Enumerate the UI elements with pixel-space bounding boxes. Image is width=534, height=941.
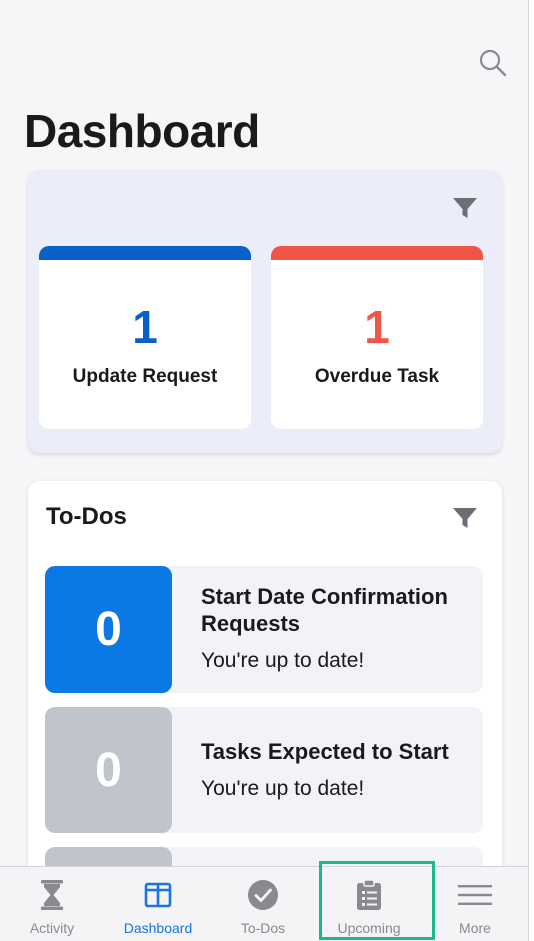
dashboard-icon bbox=[144, 882, 172, 908]
tab-upcoming[interactable]: Upcoming bbox=[317, 867, 421, 941]
update-request-count: 1 bbox=[132, 301, 158, 353]
update-request-label: Update Request bbox=[72, 366, 218, 387]
search-icon bbox=[479, 49, 507, 77]
todos-filter-button[interactable] bbox=[450, 503, 480, 533]
todo-count-box: 0 bbox=[45, 707, 172, 833]
overdue-task-label: Overdue Task bbox=[314, 366, 440, 387]
tab-label: Dashboard bbox=[123, 920, 193, 936]
tab-label: Activity bbox=[29, 920, 75, 936]
todo-item-tasks-expected-to-start[interactable]: 0 Tasks Expected to Start You're up to d… bbox=[45, 707, 483, 833]
tab-label: More bbox=[459, 920, 491, 936]
summary-filter-button[interactable] bbox=[450, 193, 480, 223]
page-title: Dashboard bbox=[24, 105, 260, 157]
tab-todos[interactable]: To-Dos bbox=[211, 867, 315, 941]
tab-label: To-Dos bbox=[240, 920, 286, 936]
overdue-task-tile[interactable]: 1 Overdue Task bbox=[271, 246, 483, 429]
hourglass-icon bbox=[41, 880, 63, 910]
filter-icon bbox=[453, 198, 477, 218]
menu-icon bbox=[458, 885, 492, 905]
overdue-task-count: 1 bbox=[364, 301, 390, 353]
tab-more[interactable]: More bbox=[423, 867, 527, 941]
todos-card: To-Dos 0 Start Date Confirmation Request… bbox=[28, 481, 502, 901]
summary-card: 1 Update Request 1 Overdue Task bbox=[28, 170, 502, 453]
window-edge bbox=[528, 0, 534, 941]
search-button[interactable] bbox=[478, 48, 508, 78]
todo-item-status: You're up to date! bbox=[201, 777, 365, 800]
filter-icon bbox=[453, 508, 477, 528]
todo-item-title: Start Date Confirmation Requests bbox=[201, 584, 448, 636]
tab-dashboard[interactable]: Dashboard bbox=[106, 867, 210, 941]
clipboard-icon bbox=[357, 879, 381, 910]
tile-color-bar bbox=[39, 246, 251, 260]
todo-count-box: 0 bbox=[45, 566, 172, 693]
bottom-tab-bar: Activity Dashboard To-Dos Upcoming More bbox=[0, 866, 528, 941]
checkmark-circle-icon bbox=[248, 880, 278, 910]
update-request-tile[interactable]: 1 Update Request bbox=[39, 246, 251, 429]
todos-title: To-Dos bbox=[46, 503, 127, 530]
todo-item-start-date-confirmation[interactable]: 0 Start Date Confirmation Requests You'r… bbox=[45, 566, 483, 693]
tile-color-bar bbox=[271, 246, 483, 260]
tab-activity[interactable]: Activity bbox=[0, 867, 104, 941]
todo-item-title: Tasks Expected to Start bbox=[201, 739, 449, 764]
todo-item-status: You're up to date! bbox=[201, 649, 365, 672]
tab-label: Upcoming bbox=[337, 920, 401, 936]
app-screen: Dashboard 1 Update Request 1 Overdue Tas… bbox=[0, 0, 528, 941]
